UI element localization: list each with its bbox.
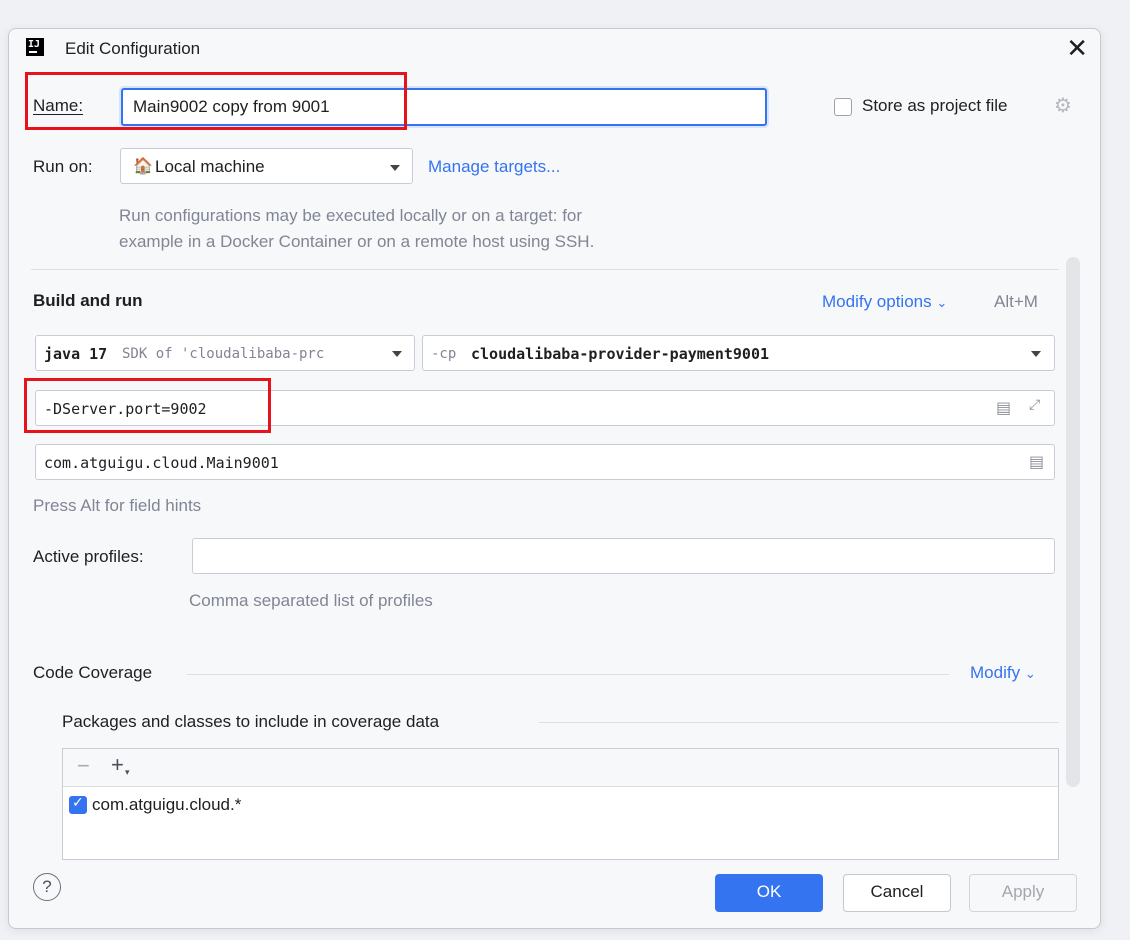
help-icon[interactable]: ?	[33, 873, 61, 901]
expand-icon[interactable]: ⤢	[1029, 396, 1040, 413]
classpath-select[interactable]: -cp cloudalibaba-provider-payment9001	[422, 335, 1055, 371]
item-checkbox[interactable]: ✓	[69, 794, 87, 814]
jdk-sdk: SDK of 'cloudalibaba-prc	[122, 346, 325, 362]
package-label: com.atguigu.cloud.*	[92, 795, 242, 814]
cp-prefix: -cp	[431, 346, 457, 362]
vertical-scrollbar[interactable]	[1066, 257, 1080, 787]
run-on-hint-line2: example in a Docker Container or on a re…	[119, 232, 595, 251]
vm-options-input[interactable]: -DServer.port=9002 ▤ ⤢	[35, 390, 1055, 426]
name-input-value: Main9002 copy from 9001	[133, 97, 330, 116]
packages-list: − + ▾ ✓ com.atguigu.cloud.*	[62, 748, 1059, 860]
minus-icon[interactable]: −	[77, 753, 90, 779]
chevron-down-icon: ▾	[125, 767, 130, 777]
apply-button[interactable]: Apply	[969, 874, 1077, 912]
run-on-select[interactable]: 🏠 Local machine	[120, 148, 413, 184]
run-on-hint-line1: Run configurations may be executed local…	[119, 206, 583, 225]
chevron-down-icon: ⌄	[936, 295, 948, 310]
intellij-logo-icon: IJ	[26, 38, 44, 56]
code-coverage-title: Code Coverage	[33, 663, 153, 682]
vm-options-value: -DServer.port=9002	[44, 400, 207, 418]
packages-toolbar: − + ▾	[63, 749, 1058, 787]
main-class-value: com.atguigu.cloud.Main9001	[44, 454, 279, 472]
chevron-down-icon: ⌄	[1024, 666, 1036, 681]
active-profiles-label: Active profiles:	[33, 547, 144, 566]
chevron-down-icon	[390, 165, 400, 171]
active-profiles-input[interactable]	[192, 538, 1055, 574]
active-profiles-hint: Comma separated list of profiles	[189, 591, 433, 610]
main-class-input[interactable]: com.atguigu.cloud.Main9001 ▤	[35, 444, 1055, 480]
document-icon[interactable]: ▤	[996, 398, 1011, 418]
jdk-version: java 17	[44, 345, 108, 363]
name-input[interactable]: Main9002 copy from 9001	[121, 88, 767, 126]
edit-configuration-dialog: IJ Edit Configuration ✕ Name: Main9002 c…	[8, 28, 1101, 929]
jdk-select[interactable]: java 17 SDK of 'cloudalibaba-prc	[35, 335, 415, 371]
store-as-project-label: Store as project file	[862, 96, 1008, 115]
modify-options-shortcut: Alt+M	[994, 292, 1038, 311]
gear-icon[interactable]: ⚙	[1054, 93, 1072, 118]
run-on-label: Run on:	[33, 157, 93, 176]
ok-button[interactable]: OK	[715, 874, 823, 912]
cancel-button[interactable]: Cancel	[843, 874, 951, 912]
dialog-title: Edit Configuration	[65, 39, 201, 58]
coverage-modify-link[interactable]: Modify ⌄	[970, 663, 1036, 683]
manage-targets-link[interactable]: Manage targets...	[428, 157, 560, 177]
coverage-divider	[187, 674, 949, 675]
packages-divider	[539, 722, 1059, 723]
build-run-title: Build and run	[33, 291, 143, 310]
run-on-value: Local machine	[155, 157, 265, 176]
home-icon: 🏠	[133, 158, 153, 175]
chevron-down-icon	[392, 351, 402, 357]
chevron-down-icon	[1031, 351, 1041, 357]
document-icon[interactable]: ▤	[1029, 452, 1044, 472]
name-label: Name:	[33, 96, 84, 115]
close-icon[interactable]: ✕	[1066, 33, 1088, 63]
checkmark-icon: ✓	[72, 794, 84, 810]
packages-title: Packages and classes to include in cover…	[62, 712, 440, 731]
cp-value: cloudalibaba-provider-payment9001	[471, 345, 770, 363]
section-divider	[31, 269, 1059, 270]
field-hints-text: Press Alt for field hints	[33, 496, 202, 515]
add-icon[interactable]: +	[111, 752, 124, 778]
store-as-project-checkbox[interactable]	[834, 98, 852, 116]
modify-options-link[interactable]: Modify options ⌄	[822, 292, 947, 312]
